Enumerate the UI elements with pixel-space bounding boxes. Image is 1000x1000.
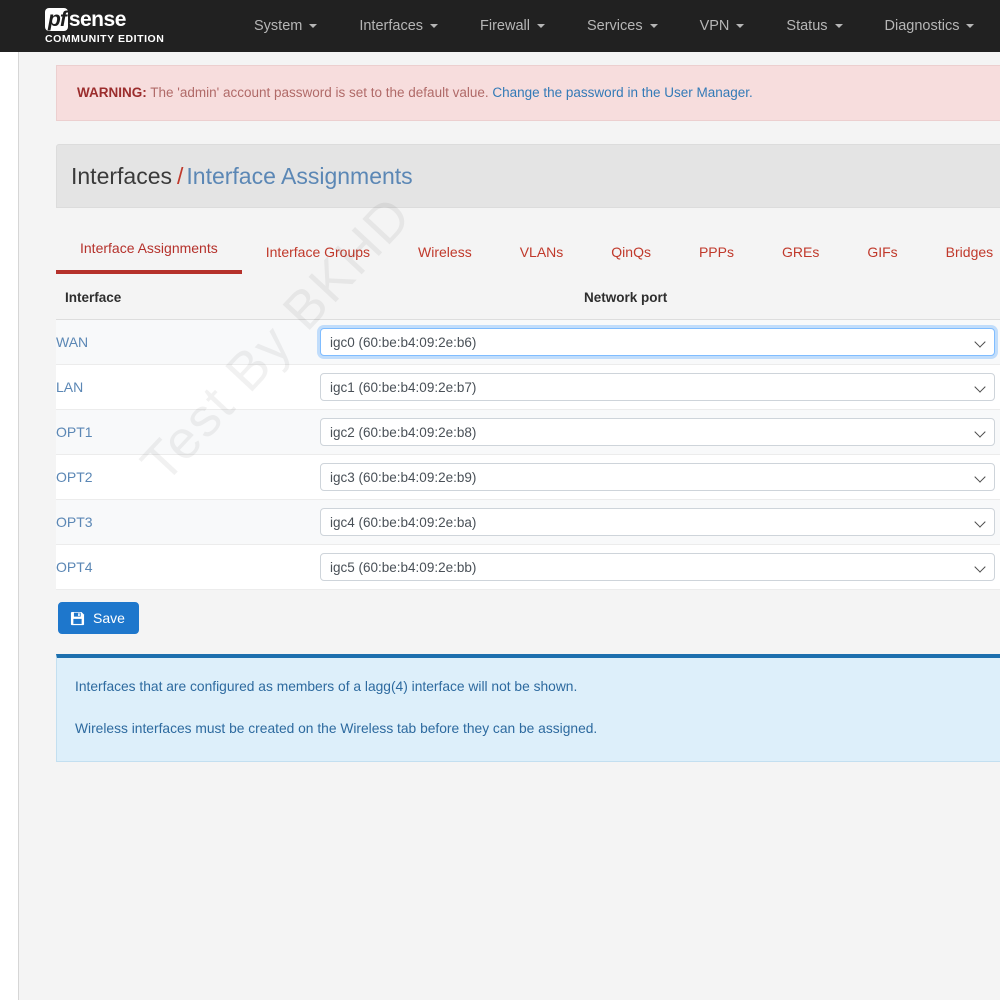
nav-menu: System Interfaces Firewall Services VPN …	[233, 0, 1000, 52]
column-header-network-port: Network port	[320, 290, 1000, 320]
chevron-down-icon	[834, 24, 843, 28]
change-password-link[interactable]: Change the password in the User Manager.	[492, 85, 752, 100]
save-button-label: Save	[93, 610, 125, 626]
table-body: WAN igc0 (60:be:b4:09:2e:b6) LAN igc1 (6…	[56, 319, 1000, 590]
table-header-row: Interface Network port	[56, 290, 1000, 320]
nav-item-label: Interfaces	[359, 18, 424, 34]
warning-label: WARNING:	[77, 85, 147, 100]
top-navbar: pf sense COMMUNITY EDITION System Interf…	[0, 0, 1000, 52]
network-port-select-opt4[interactable]: igc5 (60:be:b4:09:2e:bb)	[320, 553, 995, 581]
nav-item-label: Services	[586, 18, 643, 34]
nav-item-diagnostics[interactable]: Diagnostics	[864, 0, 996, 52]
table-row: OPT4 igc5 (60:be:b4:09:2e:bb)	[56, 544, 1000, 590]
table-row: WAN igc0 (60:be:b4:09:2e:b6)	[56, 319, 1000, 365]
nav-item-firewall[interactable]: Firewall	[459, 0, 566, 52]
table-row: LAN igc1 (60:be:b4:09:2e:b7)	[56, 364, 1000, 410]
save-button[interactable]: Save	[58, 602, 139, 634]
info-panel: Interfaces that are configured as member…	[56, 654, 1000, 762]
save-floppy-icon	[70, 611, 85, 625]
network-port-select-opt3[interactable]: igc4 (60:be:b4:09:2e:ba)	[320, 508, 995, 536]
tab-bridges[interactable]: Bridges	[922, 243, 1000, 274]
nav-item-label: Firewall	[480, 18, 530, 34]
tab-vlans[interactable]: VLANs	[496, 243, 588, 274]
network-port-select-opt2[interactable]: igc3 (60:be:b4:09:2e:b9)	[320, 463, 995, 491]
select-wrapper: igc5 (60:be:b4:09:2e:bb)	[320, 553, 995, 581]
column-header-interface: Interface	[56, 290, 320, 320]
select-wrapper: igc2 (60:be:b4:09:2e:b8)	[320, 418, 995, 446]
tab-wireless[interactable]: Wireless	[394, 243, 496, 274]
chevron-down-icon	[649, 24, 658, 28]
tab-interface-assignments[interactable]: Interface Assignments	[56, 239, 242, 274]
content-container: WARNING: The 'admin' account password is…	[19, 65, 1000, 762]
tab-ppps[interactable]: PPPs	[675, 243, 758, 274]
nav-item-vpn[interactable]: VPN	[679, 0, 766, 52]
nav-item-label: Diagnostics	[884, 18, 960, 34]
table-row: OPT1 igc2 (60:be:b4:09:2e:b8)	[56, 409, 1000, 455]
nav-item-services[interactable]: Services	[566, 0, 679, 52]
page-title: Interface Assignments	[186, 163, 413, 189]
tab-interface-groups[interactable]: Interface Groups	[242, 243, 394, 274]
interface-link-lan[interactable]: LAN	[56, 364, 320, 410]
pfsense-logo[interactable]: pf sense COMMUNITY EDITION	[45, 8, 205, 45]
info-line-wireless: Wireless interfaces must be created on t…	[75, 721, 598, 736]
chevron-down-icon	[430, 24, 439, 28]
brand-subtitle: COMMUNITY EDITION	[45, 32, 165, 45]
interface-assignments-table: Interface Network port WAN igc0 (60:be:b…	[56, 290, 1000, 590]
nav-item-label: System	[254, 18, 303, 34]
network-port-cell: igc0 (60:be:b4:09:2e:b6)	[320, 319, 1000, 365]
select-wrapper: igc3 (60:be:b4:09:2e:b9)	[320, 463, 995, 491]
nav-item-label: VPN	[699, 18, 730, 34]
page-header: Interfaces / Interface Assignments	[56, 144, 1000, 208]
nav-item-label: Status	[786, 18, 828, 34]
network-port-cell: igc4 (60:be:b4:09:2e:ba)	[320, 499, 1000, 545]
chevron-down-icon	[309, 24, 318, 28]
interface-link-opt2[interactable]: OPT2	[56, 454, 320, 500]
network-port-select-wan[interactable]: igc0 (60:be:b4:09:2e:b6)	[320, 328, 995, 356]
network-port-cell: igc2 (60:be:b4:09:2e:b8)	[320, 409, 1000, 455]
breadcrumb-parent[interactable]: Interfaces	[71, 163, 172, 189]
warning-text: The 'admin' account password is set to t…	[146, 85, 493, 100]
network-port-cell: igc3 (60:be:b4:09:2e:b9)	[320, 454, 1000, 500]
chevron-down-icon	[966, 24, 975, 28]
admin-password-warning-banner: WARNING: The 'admin' account password is…	[56, 65, 1000, 121]
tab-gifs[interactable]: GIFs	[843, 243, 921, 274]
nav-item-status[interactable]: Status	[765, 0, 863, 52]
interface-link-opt4[interactable]: OPT4	[56, 544, 320, 590]
chevron-down-icon	[536, 24, 545, 28]
chevron-down-icon	[736, 24, 745, 28]
breadcrumb: Interfaces / Interface Assignments	[71, 163, 1000, 189]
info-line-lagg: Interfaces that are configured as member…	[75, 679, 578, 694]
table-row: OPT2 igc3 (60:be:b4:09:2e:b9)	[56, 454, 1000, 500]
nav-item-system[interactable]: System	[233, 0, 338, 52]
select-wrapper: igc0 (60:be:b4:09:2e:b6)	[320, 328, 995, 356]
select-wrapper: igc1 (60:be:b4:09:2e:b7)	[320, 373, 995, 401]
brand-sense-text: sense	[68, 7, 127, 31]
network-port-cell: igc5 (60:be:b4:09:2e:bb)	[320, 544, 1000, 590]
network-port-select-lan[interactable]: igc1 (60:be:b4:09:2e:b7)	[320, 373, 995, 401]
tab-qinqs[interactable]: QinQs	[587, 243, 675, 274]
network-port-cell: igc1 (60:be:b4:09:2e:b7)	[320, 364, 1000, 410]
tab-bar: Interface Assignments Interface Groups W…	[56, 230, 1000, 274]
interface-link-opt1[interactable]: OPT1	[56, 409, 320, 455]
tab-gres[interactable]: GREs	[758, 243, 843, 274]
interface-link-opt3[interactable]: OPT3	[56, 499, 320, 545]
interface-link-wan[interactable]: WAN	[56, 319, 320, 365]
brand-pf-badge: pf	[45, 8, 68, 31]
table-row: OPT3 igc4 (60:be:b4:09:2e:ba)	[56, 499, 1000, 545]
select-wrapper: igc4 (60:be:b4:09:2e:ba)	[320, 508, 995, 536]
page-body: WARNING: The 'admin' account password is…	[18, 52, 1000, 1000]
nav-item-help[interactable]: H	[995, 0, 1000, 52]
breadcrumb-separator: /	[177, 163, 184, 189]
table-head: Interface Network port	[56, 290, 1000, 320]
brand-wordmark: pf sense	[45, 8, 205, 32]
network-port-select-opt1[interactable]: igc2 (60:be:b4:09:2e:b8)	[320, 418, 995, 446]
nav-item-interfaces[interactable]: Interfaces	[338, 0, 459, 52]
